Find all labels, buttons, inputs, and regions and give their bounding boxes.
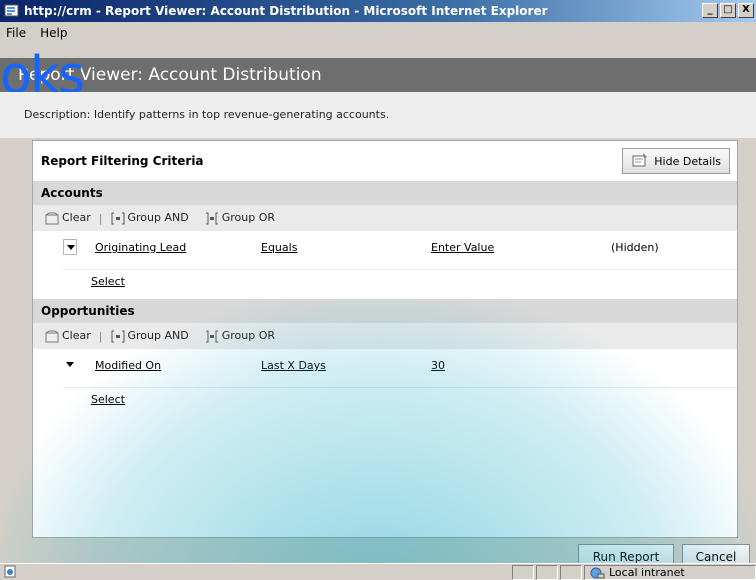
accounts-group-or-button[interactable]: Group OR (205, 211, 275, 225)
report-description: Description: Identify patterns in top re… (0, 92, 756, 138)
status-cell (536, 565, 558, 580)
zone-cell: Local intranet (584, 565, 756, 580)
row-menu-arrow-icon[interactable] (63, 357, 77, 373)
status-bar: Local intranet (0, 563, 756, 580)
maximize-button[interactable]: □ (720, 3, 736, 18)
opportunities-label: Opportunities (41, 304, 135, 318)
row-menu-arrow-icon[interactable] (63, 239, 77, 255)
opportunities-clear-button[interactable]: Clear (45, 329, 91, 343)
status-cell (560, 565, 582, 580)
panel-title: Report Filtering Criteria (41, 154, 204, 168)
criteria-value[interactable]: 30 (431, 359, 445, 372)
toolbar-separator: | (98, 211, 103, 225)
group-or-label: Group OR (221, 329, 276, 343)
group-or-label: Group OR (221, 211, 276, 225)
page-header: Report Viewer: Account Distribution oks (0, 50, 756, 102)
hide-details-button[interactable]: Hide Details (622, 148, 730, 174)
clear-label: Clear (62, 211, 91, 225)
accounts-label: Accounts (41, 186, 103, 200)
accounts-group-and-button[interactable]: Group AND (111, 211, 189, 225)
security-zone-label: Local intranet (609, 566, 685, 579)
clear-icon (45, 330, 59, 343)
opportunities-section-header: Opportunities (33, 299, 737, 323)
hide-details-label: Hide Details (654, 154, 721, 168)
group-and-label: Group AND (127, 211, 189, 225)
criteria-field[interactable]: Modified On (95, 359, 161, 372)
criteria-operator[interactable]: Last X Days (261, 359, 326, 372)
filter-panel: Report Filtering Criteria Hide Details A… (32, 140, 738, 538)
group-and-icon (111, 212, 124, 225)
status-cell (512, 565, 534, 580)
window-title: http://crm - Report Viewer: Account Dist… (24, 4, 548, 18)
group-and-label: Group AND (127, 329, 189, 343)
menu-bar: File Help (0, 22, 756, 44)
criteria-field[interactable]: Originating Lead (95, 241, 186, 254)
menu-help[interactable]: Help (40, 26, 67, 40)
group-or-icon (205, 330, 218, 343)
opportunities-group-and-button[interactable]: Group AND (111, 329, 189, 343)
toolbar-separator: | (98, 329, 103, 343)
group-or-icon (205, 212, 218, 225)
page-status-icon (4, 565, 17, 580)
menu-file[interactable]: File (6, 26, 26, 40)
minimize-button[interactable]: _ (702, 3, 718, 18)
opportunities-group-or-button[interactable]: Group OR (205, 329, 275, 343)
opportunities-select-link[interactable]: Select (63, 387, 737, 411)
opportunities-toolbar: Clear | Group AND Group OR (33, 323, 737, 349)
local-intranet-icon (590, 567, 605, 579)
window-title-bar[interactable]: http://crm - Report Viewer: Account Dist… (0, 0, 756, 22)
hide-details-icon (631, 152, 649, 171)
criteria-operator[interactable]: Equals (261, 241, 297, 254)
criteria-status: (Hidden) (611, 241, 659, 254)
group-and-icon (111, 330, 124, 343)
accounts-clear-button[interactable]: Clear (45, 211, 91, 225)
criteria-value[interactable]: Enter Value (431, 241, 494, 254)
clear-icon (45, 212, 59, 225)
accounts-toolbar: Clear | Group AND Group OR (33, 205, 737, 231)
internet-explorer-icon (4, 3, 20, 19)
close-button[interactable]: X (738, 3, 754, 18)
accounts-criteria-row: Originating Lead Equals Enter Value (Hid… (33, 233, 737, 261)
accounts-select-link[interactable]: Select (63, 269, 737, 293)
clear-label: Clear (62, 329, 91, 343)
accounts-section-header: Accounts (33, 181, 737, 205)
opportunities-criteria-row: Modified On Last X Days 30 (33, 351, 737, 379)
